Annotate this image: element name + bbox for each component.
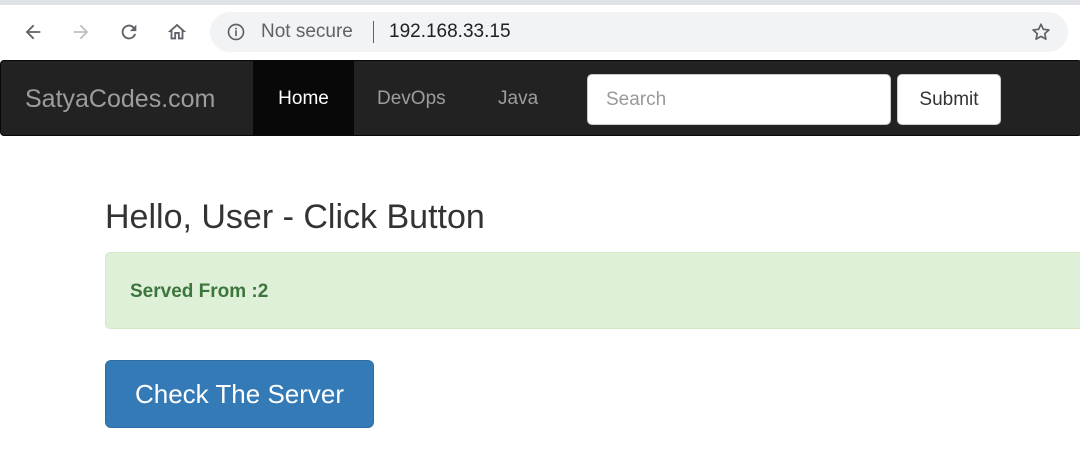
alert-message: Served From :2 [130, 281, 269, 302]
address-bar[interactable]: Not secure 192.168.33.15 [210, 12, 1068, 52]
star-icon[interactable] [1030, 21, 1052, 43]
nav-item-home[interactable]: Home [253, 61, 354, 136]
success-alert: Served From :2 [105, 252, 1080, 329]
info-icon[interactable] [226, 22, 246, 42]
address-divider [373, 21, 374, 43]
submit-button[interactable]: Submit [897, 74, 1001, 125]
url-text[interactable]: 192.168.33.15 [389, 21, 511, 43]
search-input[interactable] [587, 74, 891, 125]
forward-icon[interactable] [68, 19, 94, 45]
site-navbar: SatyaCodes.com Home DevOps Java Submit [0, 60, 1080, 136]
browser-toolbar: Not secure 192.168.33.15 [0, 5, 1080, 60]
nav-item-devops[interactable]: DevOps [377, 61, 446, 136]
brand-link[interactable]: SatyaCodes.com [25, 85, 215, 114]
nav-item-java[interactable]: Java [498, 61, 538, 136]
page-title: Hello, User - Click Button [105, 198, 485, 236]
reload-icon[interactable] [116, 19, 142, 45]
security-status[interactable]: Not secure [261, 21, 353, 43]
back-icon[interactable] [20, 19, 46, 45]
check-server-button[interactable]: Check The Server [105, 360, 374, 428]
home-icon[interactable] [164, 19, 190, 45]
